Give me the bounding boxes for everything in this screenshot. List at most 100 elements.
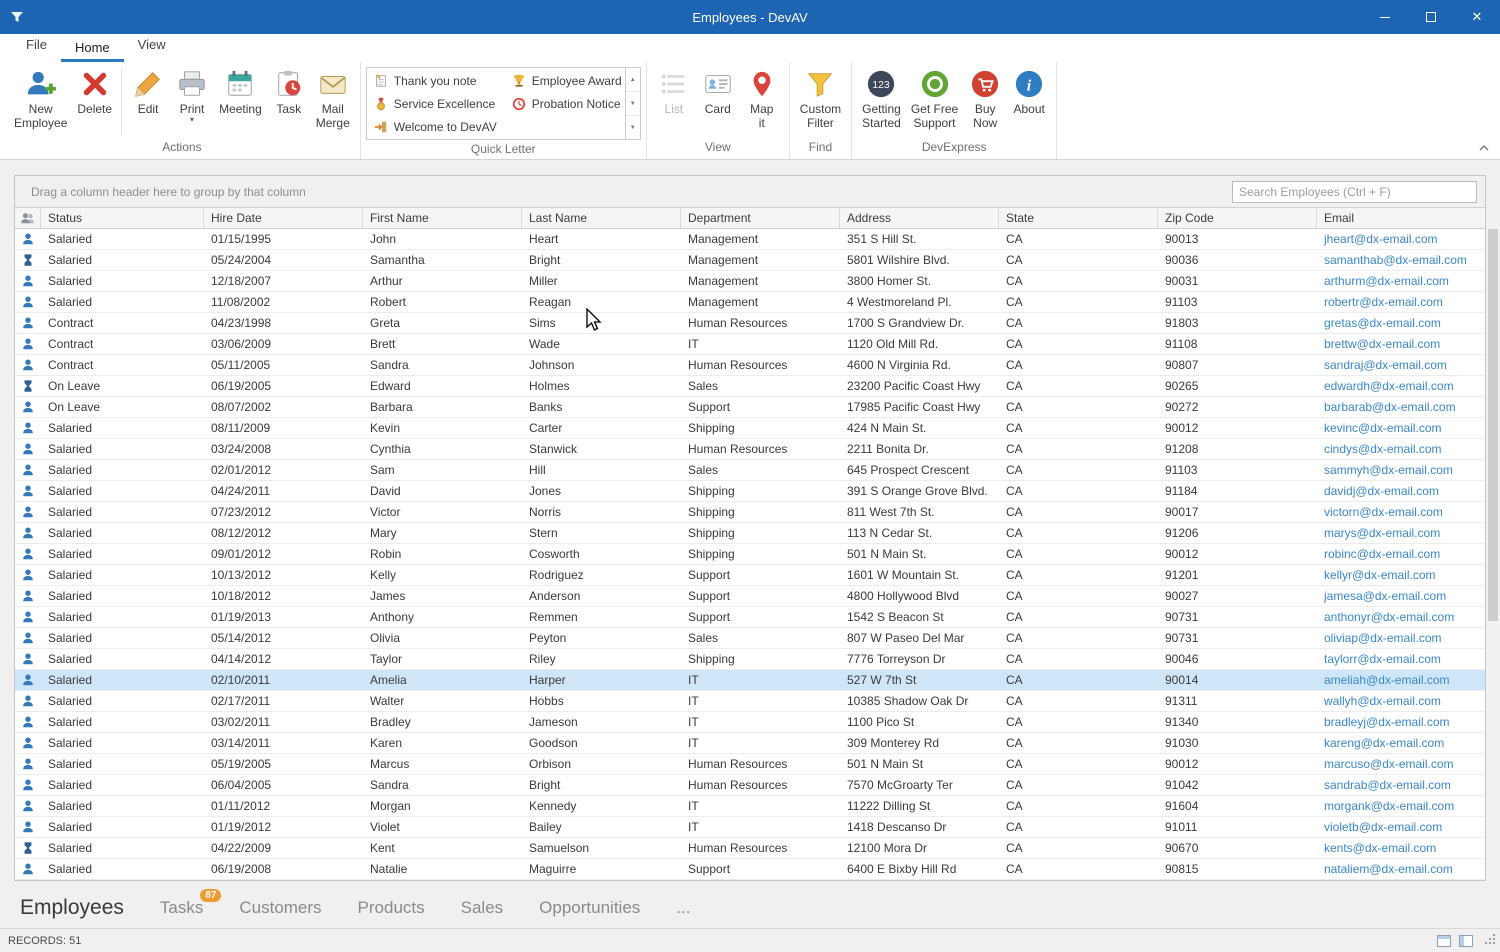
- ribbon-button-map-it[interactable]: Map it: [740, 65, 784, 138]
- email-link[interactable]: barbarab@dx-email.com: [1324, 400, 1456, 414]
- gallery-item-service-excellence[interactable]: Service Excellence: [369, 92, 507, 115]
- email-link[interactable]: oliviap@dx-email.com: [1324, 631, 1442, 645]
- ribbon-button-custom-filter[interactable]: Custom Filter: [795, 65, 846, 138]
- table-row[interactable]: Salaried04/14/2012TaylorRileyShipping777…: [15, 649, 1485, 670]
- table-row[interactable]: Salaried08/12/2012MarySternShipping113 N…: [15, 523, 1485, 544]
- footer-tab-products[interactable]: Products: [358, 898, 425, 918]
- column-header-email[interactable]: Email: [1317, 208, 1485, 228]
- email-link[interactable]: sammyh@dx-email.com: [1324, 463, 1453, 477]
- table-row[interactable]: Salaried07/23/2012VictorNorrisShipping81…: [15, 502, 1485, 523]
- table-row[interactable]: Salaried02/10/2011AmeliaHarperIT527 W 7t…: [15, 670, 1485, 691]
- view-toggle-grid-button[interactable]: [1436, 934, 1452, 948]
- footer-tab-employees[interactable]: Employees: [20, 896, 124, 920]
- gallery-item-employee-award[interactable]: Employee Award: [507, 69, 623, 92]
- table-row[interactable]: Salaried04/22/2009KentSamuelsonHuman Res…: [15, 838, 1485, 859]
- ribbon-button-meeting[interactable]: Meeting: [214, 65, 267, 138]
- email-link[interactable]: morgank@dx-email.com: [1324, 799, 1454, 813]
- footer-tab-customers[interactable]: Customers: [239, 898, 321, 918]
- table-row[interactable]: Salaried06/19/2008NatalieMaguirreSupport…: [15, 859, 1485, 880]
- email-link[interactable]: nataliem@dx-email.com: [1324, 862, 1453, 876]
- email-link[interactable]: bradleyj@dx-email.com: [1324, 715, 1450, 729]
- column-header-hire-date[interactable]: Hire Date: [204, 208, 363, 228]
- ribbon-button-getting-started[interactable]: 123Getting Started: [857, 65, 906, 138]
- email-link[interactable]: davidj@dx-email.com: [1324, 484, 1439, 498]
- table-row[interactable]: Salaried11/08/2002RobertReaganManagement…: [15, 292, 1485, 313]
- email-link[interactable]: ameliah@dx-email.com: [1324, 673, 1450, 687]
- table-row[interactable]: Salaried01/15/1995JohnHeartManagement351…: [15, 229, 1485, 250]
- table-row[interactable]: Salaried10/13/2012KellyRodriguezSupport1…: [15, 565, 1485, 586]
- vertical-scrollbar[interactable]: [1487, 229, 1499, 880]
- email-link[interactable]: samanthab@dx-email.com: [1324, 253, 1467, 267]
- email-link[interactable]: brettw@dx-email.com: [1324, 337, 1440, 351]
- email-link[interactable]: sandraj@dx-email.com: [1324, 358, 1447, 372]
- email-link[interactable]: marys@dx-email.com: [1324, 526, 1440, 540]
- email-link[interactable]: kareng@dx-email.com: [1324, 736, 1444, 750]
- email-link[interactable]: jamesa@dx-email.com: [1324, 589, 1446, 603]
- table-row[interactable]: On Leave06/19/2005EdwardHolmesSales23200…: [15, 376, 1485, 397]
- scrollbar-thumb[interactable]: [1488, 229, 1498, 621]
- email-link[interactable]: marcuso@dx-email.com: [1324, 757, 1454, 771]
- ribbon-button-mail-merge[interactable]: Mail Merge: [311, 65, 355, 138]
- table-row[interactable]: Salaried05/19/2005MarcusOrbisonHuman Res…: [15, 754, 1485, 775]
- ribbon-button-list[interactable]: List: [652, 65, 696, 138]
- ribbon-button-new-employee[interactable]: New Employee: [9, 65, 72, 138]
- table-row[interactable]: Salaried03/24/2008CynthiaStanwickHuman R…: [15, 439, 1485, 460]
- table-row[interactable]: Salaried02/17/2011WalterHobbsIT10385 Sha…: [15, 691, 1485, 712]
- email-link[interactable]: victorn@dx-email.com: [1324, 505, 1443, 519]
- gallery-item-probation-notice[interactable]: Probation Notice: [507, 92, 623, 115]
- ribbon-button-about[interactable]: iAbout: [1007, 65, 1051, 138]
- ribbon-button-task[interactable]: Task: [267, 65, 311, 138]
- ribbon-collapse-button[interactable]: [1476, 141, 1492, 155]
- column-header-first-name[interactable]: First Name: [363, 208, 522, 228]
- table-row[interactable]: Contract03/06/2009BrettWadeIT1120 Old Mi…: [15, 334, 1485, 355]
- email-link[interactable]: arthurm@dx-email.com: [1324, 274, 1449, 288]
- group-by-panel[interactable]: Drag a column header here to group by th…: [15, 176, 1485, 208]
- ribbon-tab-home[interactable]: Home: [61, 35, 124, 62]
- email-link[interactable]: anthonyr@dx-email.com: [1324, 610, 1454, 624]
- column-header-department[interactable]: Department: [681, 208, 840, 228]
- table-row[interactable]: Salaried08/11/2009KevinCarterShipping424…: [15, 418, 1485, 439]
- ribbon-button-card[interactable]: Card: [696, 65, 740, 138]
- table-row[interactable]: Salaried01/19/2012VioletBaileyIT1418 Des…: [15, 817, 1485, 838]
- table-row[interactable]: On Leave08/07/2002BarbaraBanksSupport179…: [15, 397, 1485, 418]
- column-header-last-name[interactable]: Last Name: [522, 208, 681, 228]
- column-header-address[interactable]: Address: [840, 208, 999, 228]
- table-row[interactable]: Salaried06/04/2005SandraBrightHuman Reso…: [15, 775, 1485, 796]
- table-row[interactable]: Salaried10/18/2012JamesAndersonSupport48…: [15, 586, 1485, 607]
- footer-tab-tasks[interactable]: Tasks87: [160, 898, 203, 918]
- email-link[interactable]: kents@dx-email.com: [1324, 841, 1436, 855]
- email-link[interactable]: taylorr@dx-email.com: [1324, 652, 1441, 666]
- table-row[interactable]: Salaried09/01/2012RobinCosworthShipping5…: [15, 544, 1485, 565]
- footer-tab-more[interactable]: ...: [676, 898, 690, 918]
- ribbon-tab-file[interactable]: File: [12, 32, 61, 62]
- table-row[interactable]: Salaried03/14/2011KarenGoodsonIT309 Mont…: [15, 733, 1485, 754]
- table-row[interactable]: Contract04/23/1998GretaSimsHuman Resourc…: [15, 313, 1485, 334]
- gallery-up-button[interactable]: ▲: [626, 68, 640, 92]
- gallery-down-button[interactable]: ▼: [626, 92, 640, 116]
- footer-tab-sales[interactable]: Sales: [461, 898, 504, 918]
- minimize-button[interactable]: [1362, 0, 1408, 34]
- gallery-item-welcome-to-devav[interactable]: Welcome to DevAV: [369, 115, 507, 138]
- column-header-icon[interactable]: [15, 208, 41, 228]
- email-link[interactable]: robinc@dx-email.com: [1324, 547, 1440, 561]
- ribbon-button-get-free-support[interactable]: Get Free Support: [906, 65, 963, 138]
- ribbon-button-print[interactable]: Print▾: [170, 65, 214, 138]
- email-link[interactable]: wallyh@dx-email.com: [1324, 694, 1441, 708]
- table-row[interactable]: Contract05/11/2005SandraJohnsonHuman Res…: [15, 355, 1485, 376]
- ribbon-button-delete[interactable]: Delete: [72, 65, 117, 138]
- table-row[interactable]: Salaried01/11/2012MorganKennedyIT11222 D…: [15, 796, 1485, 817]
- ribbon-tab-view[interactable]: View: [124, 32, 180, 62]
- resize-grip-icon[interactable]: [1484, 933, 1496, 948]
- view-toggle-card-button[interactable]: [1458, 934, 1474, 948]
- table-row[interactable]: Salaried12/18/2007ArthurMillerManagement…: [15, 271, 1485, 292]
- email-link[interactable]: robertr@dx-email.com: [1324, 295, 1443, 309]
- search-input[interactable]: [1232, 181, 1477, 203]
- email-link[interactable]: kevinc@dx-email.com: [1324, 421, 1442, 435]
- maximize-button[interactable]: [1408, 0, 1454, 34]
- table-row[interactable]: Salaried02/01/2012SamHillSales645 Prospe…: [15, 460, 1485, 481]
- column-header-status[interactable]: Status: [41, 208, 204, 228]
- close-button[interactable]: ✕: [1454, 0, 1500, 34]
- email-link[interactable]: kellyr@dx-email.com: [1324, 568, 1436, 582]
- title-bar[interactable]: Employees - DevAV ✕: [0, 0, 1500, 34]
- ribbon-button-buy-now[interactable]: Buy Now: [963, 65, 1007, 138]
